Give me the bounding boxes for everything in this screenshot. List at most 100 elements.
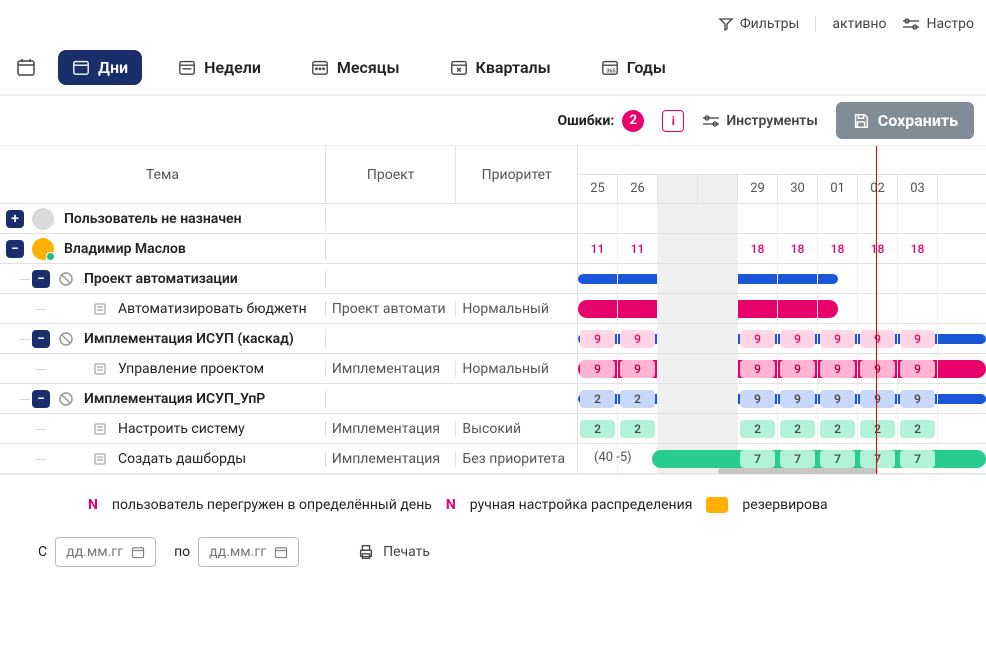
today-line — [876, 146, 877, 474]
row-project-isup-upr[interactable]: − Имплементация ИСУП_УпР — [0, 384, 577, 414]
reserve-swatch — [706, 497, 728, 513]
allocation-cell[interactable]: 18 — [780, 240, 815, 258]
allocation-cell[interactable]: 9 — [740, 360, 775, 378]
info-button[interactable]: i — [662, 110, 684, 132]
calendar-quarter-icon — [450, 58, 468, 76]
allocation-cell[interactable]: 9 — [820, 390, 855, 408]
row-task-project-mgmt[interactable]: Управление проектом Имплементация Нормал… — [0, 354, 577, 384]
collapse-toggle[interactable]: − — [6, 240, 24, 258]
save-button[interactable]: Сохранить — [836, 102, 974, 139]
tools-button[interactable]: Инструменты — [702, 113, 817, 129]
allocation-cell[interactable]: 9 — [740, 330, 775, 348]
allocation-cell[interactable]: 11 — [620, 240, 655, 258]
allocation-cell[interactable]: 18 — [740, 240, 775, 258]
allocation-cell[interactable]: 2 — [860, 420, 895, 438]
allocation-cell[interactable]: 18 — [900, 240, 935, 258]
allocation-cell[interactable]: 9 — [900, 360, 935, 378]
filters-button[interactable]: Фильтры — [718, 16, 800, 32]
print-button[interactable]: Печать — [357, 543, 430, 561]
allocation-cell[interactable]: 9 — [580, 360, 615, 378]
settings-label: Настро — [926, 16, 974, 32]
tab-months[interactable]: Месяцы — [297, 50, 414, 85]
allocation-cell[interactable]: 9 — [860, 360, 895, 378]
avatar-empty-icon — [32, 208, 54, 230]
allocation-cell[interactable]: 9 — [740, 390, 775, 408]
tab-years[interactable]: 365 Годы — [587, 50, 680, 85]
header-project: Проект — [326, 146, 457, 203]
allocation-cell[interactable]: 9 — [820, 330, 855, 348]
allocation-cell[interactable]: 9 — [900, 330, 935, 348]
horizontal-scrollbar[interactable] — [718, 468, 878, 474]
settings-button[interactable]: Настро — [902, 16, 974, 32]
project-icon — [58, 331, 74, 347]
header-topic: Тема — [0, 146, 326, 203]
calendar-month-icon — [311, 58, 329, 76]
date-to-input[interactable]: дд.мм.гг — [198, 537, 299, 567]
tab-weeks[interactable]: Недели — [164, 50, 275, 85]
save-icon — [852, 112, 870, 130]
day-header-cell — [658, 175, 698, 203]
allocation-cell[interactable]: 2 — [820, 420, 855, 438]
expand-toggle[interactable]: + — [6, 210, 24, 228]
allocation-cell[interactable]: 7 — [740, 450, 775, 468]
gantt-bar[interactable] — [652, 450, 986, 468]
calendar-icon — [274, 545, 288, 559]
allocation-cell[interactable]: 2 — [780, 420, 815, 438]
task-icon — [92, 361, 108, 377]
day-header-cell: 02 — [858, 175, 898, 203]
calendar-day-icon — [72, 58, 90, 76]
allocation-cell[interactable]: 9 — [620, 330, 655, 348]
allocation-cell[interactable]: 7 — [900, 450, 935, 468]
allocation-cell[interactable]: 9 — [620, 360, 655, 378]
allocation-cell[interactable]: 18 — [860, 240, 895, 258]
errors-label: Ошибки: — [558, 113, 615, 129]
tab-quarters[interactable]: Кварталы — [436, 50, 565, 85]
allocation-cell[interactable]: 9 — [780, 360, 815, 378]
day-header-cell: 29 — [738, 175, 778, 203]
row-task-configure-system[interactable]: Настроить систему Имплементация Высокий — [0, 414, 577, 444]
avatar-icon — [32, 238, 54, 260]
date-from-input[interactable]: дд.мм.гг — [55, 537, 156, 567]
row-unassigned[interactable]: + Пользователь не назначен — [0, 204, 577, 234]
allocation-cell[interactable]: 7 — [860, 450, 895, 468]
row-task-create-dashboards[interactable]: Создать дашборды Имплементация Без приор… — [0, 444, 577, 474]
filters-label: Фильтры — [740, 16, 800, 32]
allocation-cell[interactable]: 2 — [900, 420, 935, 438]
allocation-cell[interactable]: 9 — [580, 330, 615, 348]
header-priority: Приоритет — [456, 146, 577, 203]
allocation-cell[interactable]: 9 — [820, 360, 855, 378]
date-from: С дд.мм.гг — [38, 537, 156, 567]
allocation-cell[interactable]: 9 — [860, 330, 895, 348]
task-icon — [92, 421, 108, 437]
day-header-cell: 03 — [898, 175, 938, 203]
allocation-cell[interactable]: 9 — [900, 390, 935, 408]
allocation-cell[interactable]: 9 — [780, 330, 815, 348]
tab-days[interactable]: Дни — [58, 50, 142, 85]
errors-indicator[interactable]: Ошибки: 2 — [558, 110, 645, 132]
allocation-cell[interactable]: 18 — [820, 240, 855, 258]
calendar-icon — [131, 545, 145, 559]
row-user-maslov[interactable]: − Владимир Маслов — [0, 234, 577, 264]
allocation-cell[interactable]: 7 — [820, 450, 855, 468]
allocation-cell[interactable]: 2 — [620, 420, 655, 438]
allocation-cell[interactable]: 11 — [580, 240, 615, 258]
calendar-icon[interactable] — [16, 57, 36, 77]
allocation-cell[interactable]: 2 — [740, 420, 775, 438]
errors-count-badge: 2 — [622, 110, 644, 132]
task-icon — [92, 301, 108, 317]
task-icon — [92, 451, 108, 467]
allocation-cell[interactable]: 2 — [580, 390, 615, 408]
allocation-cell[interactable]: 7 — [780, 450, 815, 468]
allocation-cell[interactable]: 2 — [580, 420, 615, 438]
row-project-automation[interactable]: − Проект автоматизации — [0, 264, 577, 294]
row-task-automate-budget[interactable]: Автоматизировать бюджетн Проект автомати… — [0, 294, 577, 324]
collapse-toggle[interactable]: − — [32, 390, 50, 408]
allocation-cell[interactable]: 9 — [860, 390, 895, 408]
row-project-isup-cascade[interactable]: − Имплементация ИСУП (каскад) — [0, 324, 577, 354]
collapse-toggle[interactable]: − — [32, 330, 50, 348]
project-icon — [58, 391, 74, 407]
collapse-toggle[interactable]: − — [32, 270, 50, 288]
allocation-cell[interactable]: 9 — [780, 390, 815, 408]
allocation-cell[interactable]: 2 — [620, 390, 655, 408]
date-to: по дд.мм.гг — [174, 537, 299, 567]
